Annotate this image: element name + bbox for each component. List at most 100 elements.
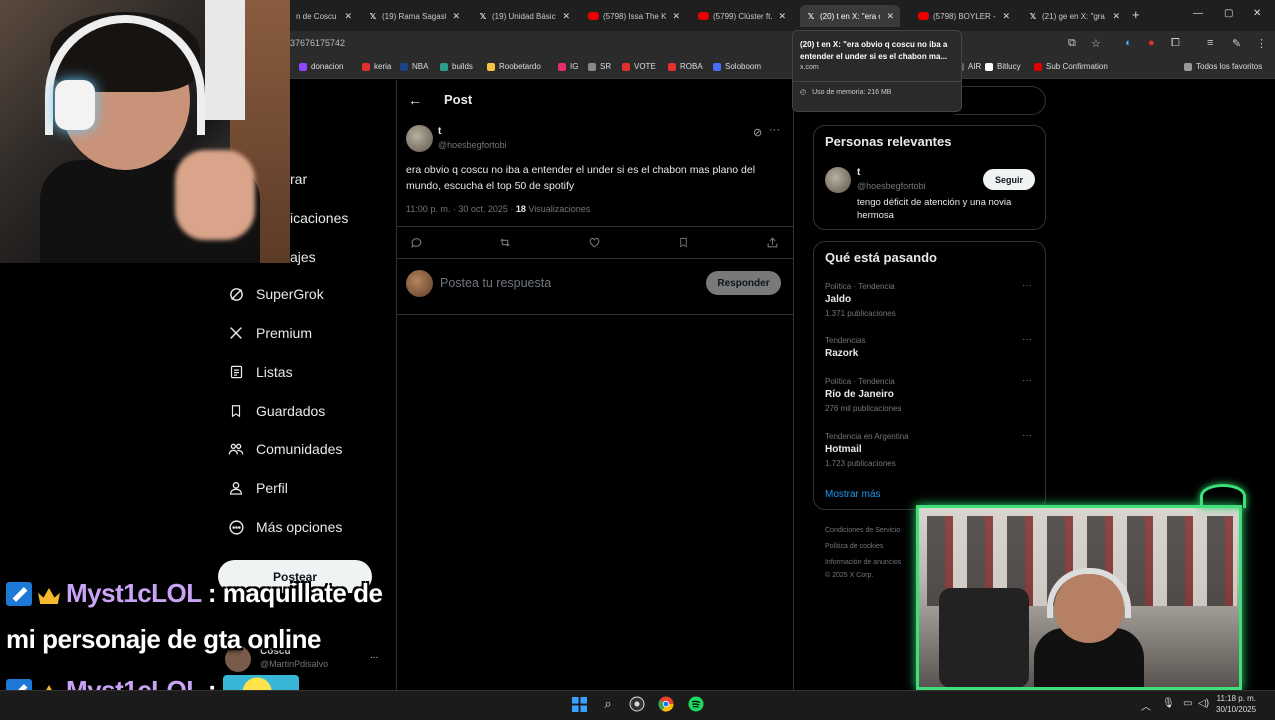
youtube-icon	[918, 12, 929, 20]
display-icon[interactable]: ▭	[1183, 698, 1192, 709]
bookmark-item[interactable]: Roobetardo	[487, 62, 541, 71]
trend-more-icon[interactable]: ···	[1022, 280, 1032, 291]
close-tab-icon[interactable]: ✕	[672, 11, 680, 22]
memory-icon: ◴	[800, 89, 807, 96]
bookmark-item[interactable]: keria	[362, 62, 391, 71]
nav-item-premium[interactable]: Premium	[226, 321, 312, 345]
bookmark-item[interactable]: Soloboom	[713, 62, 761, 71]
footer-link-cookies[interactable]: Política de cookies	[825, 543, 883, 550]
obs-icon[interactable]	[628, 695, 646, 713]
bookmark-item[interactable]: SR	[588, 62, 611, 71]
url-text[interactable]: 37676175742	[290, 38, 345, 48]
bookmark-item[interactable]: IG	[558, 62, 578, 71]
bookmark-item[interactable]: Sub Confirmation	[1034, 62, 1108, 71]
close-tab-icon[interactable]: ✕	[452, 11, 460, 22]
post-author-avatar[interactable]	[406, 125, 433, 152]
divider	[397, 258, 793, 259]
bookmark-item[interactable]: Bitlucy	[985, 62, 1021, 71]
media-control-icon[interactable]: ≡	[1207, 37, 1213, 49]
browser-tab[interactable]: 𝕏 (21) ge en X: "gra ✕	[1022, 5, 1126, 27]
trend-more-icon[interactable]: ···	[1022, 375, 1032, 386]
nav-item-partial[interactable]: icaciones	[290, 210, 348, 226]
repost-icon[interactable]	[498, 236, 512, 252]
divider	[397, 314, 793, 315]
browser-tab[interactable]: (5798) BOYLER - I ✕	[912, 5, 1016, 27]
bookmark-item[interactable]: ROBA	[668, 62, 703, 71]
extension-audio-icon[interactable]: ◖	[1124, 37, 1131, 49]
bookmark-item[interactable]: VOTE	[622, 62, 656, 71]
extension-record-icon[interactable]: ●	[1148, 37, 1155, 49]
close-tab-icon[interactable]: ✕	[778, 11, 786, 22]
like-icon[interactable]	[588, 236, 601, 252]
close-tab-icon[interactable]: ✕	[1112, 11, 1120, 22]
microphone-icon[interactable]: 🎙︎	[1162, 698, 1175, 709]
bookmark-item[interactable]: builds	[440, 62, 473, 71]
search-icon[interactable]: ⌕	[599, 695, 617, 713]
nav-item-guardados[interactable]: Guardados	[226, 399, 325, 423]
trend-more-icon[interactable]: ···	[1022, 334, 1032, 345]
post-author-name[interactable]: t	[438, 126, 441, 137]
bookmark-label: Todos los favoritos	[1196, 62, 1263, 71]
post-timestamp[interactable]: 11:00 p. m. · 30 oct. 2025 ·	[406, 204, 516, 214]
reply-icon[interactable]	[410, 236, 423, 252]
star-icon[interactable]: ☆	[1091, 37, 1101, 50]
trend-more-icon[interactable]: ···	[1022, 430, 1032, 441]
tab-title: (20) t en X: "era o	[820, 11, 881, 21]
reply-input[interactable]: Postea tu respuesta	[440, 276, 551, 290]
back-arrow-icon[interactable]: ←	[408, 92, 422, 108]
search-input[interactable]	[955, 86, 1046, 115]
relevant-avatar[interactable]	[825, 167, 851, 193]
close-tab-icon[interactable]: ✕	[1002, 11, 1010, 22]
system-clock[interactable]: 11:18 p. m. 30/10/2025	[1216, 693, 1256, 715]
minimize-icon[interactable]: —	[1193, 8, 1203, 19]
maximize-icon[interactable]: ▢	[1224, 8, 1233, 19]
post-author-handle[interactable]: @hoesbegfortobi	[438, 140, 507, 150]
volume-icon[interactable]: ◁)	[1198, 698, 1209, 709]
nav-item-comunidades[interactable]: Comunidades	[226, 437, 342, 461]
close-tab-icon[interactable]: ✕	[886, 11, 894, 22]
browser-tab[interactable]: (5799) Clúster ft. ✕	[692, 5, 792, 27]
windows-start-icon[interactable]	[570, 695, 588, 713]
nav-item-partial[interactable]: rar	[290, 171, 307, 187]
relevant-name[interactable]: t	[857, 167, 860, 178]
translate-icon[interactable]: ✎	[1232, 37, 1241, 50]
follow-button[interactable]: Seguir	[983, 169, 1035, 190]
footer-link-ads[interactable]: Información de anuncios	[825, 559, 901, 566]
account-more-icon[interactable]: ...	[370, 650, 378, 661]
bookmark-item[interactable]: Todos los favoritos	[1184, 62, 1262, 71]
reply-button[interactable]: Responder	[706, 271, 781, 295]
nav-item-m-s-opciones[interactable]: Más opciones	[226, 515, 342, 539]
grok-icon	[226, 284, 246, 304]
close-window-icon[interactable]: ✕	[1253, 8, 1261, 19]
spotify-icon[interactable]	[687, 695, 705, 713]
footer-link-terms[interactable]: Condiciones de Servicio	[825, 527, 900, 534]
show-more-link[interactable]: Mostrar más	[825, 489, 881, 500]
browser-tab[interactable]: (5798) Issa The Ki ✕	[582, 5, 686, 27]
chrome-icon[interactable]	[657, 695, 675, 713]
bookmark-favicon-icon	[440, 62, 448, 71]
browser-tab[interactable]: 𝕏 (19) Rama Sagast ✕	[362, 5, 466, 27]
relevant-handle[interactable]: @hoesbegfortobi	[857, 181, 926, 191]
bookmark-icon[interactable]	[678, 236, 689, 252]
browser-tab[interactable]: 𝕏 (20) t en X: "era o ✕	[800, 5, 900, 27]
nav-item-partial[interactable]: ajes	[290, 249, 316, 265]
browser-menu-icon[interactable]: ⋮	[1256, 37, 1267, 50]
post-more-icon[interactable]: ···	[769, 124, 780, 136]
tray-chevron-icon[interactable]: ︿	[1141, 698, 1151, 713]
share-icon[interactable]	[766, 236, 779, 252]
close-tab-icon[interactable]: ✕	[562, 11, 570, 22]
bookmark-item[interactable]: NBA	[400, 62, 428, 71]
extensions-icon[interactable]: ⧠	[1171, 37, 1180, 50]
grok-icon[interactable]: ⊘	[753, 126, 762, 139]
nav-item-listas[interactable]: Listas	[226, 360, 293, 384]
nav-item-supergrok[interactable]: SuperGrok	[226, 282, 324, 306]
bookmark-item[interactable]: donacion	[299, 62, 343, 71]
browser-tab[interactable]: 𝕏 (19) Unidad Básic ✕	[472, 5, 576, 27]
nav-item-label: Perfil	[256, 480, 288, 496]
new-tab-button[interactable]: +	[1132, 7, 1140, 22]
install-app-icon[interactable]: ⧉	[1068, 37, 1076, 50]
browser-tab[interactable]: n de Coscu ✕	[290, 5, 358, 27]
close-tab-icon[interactable]: ✕	[344, 11, 352, 22]
bookmark-favicon-icon	[588, 62, 596, 71]
nav-item-perfil[interactable]: Perfil	[226, 476, 288, 500]
